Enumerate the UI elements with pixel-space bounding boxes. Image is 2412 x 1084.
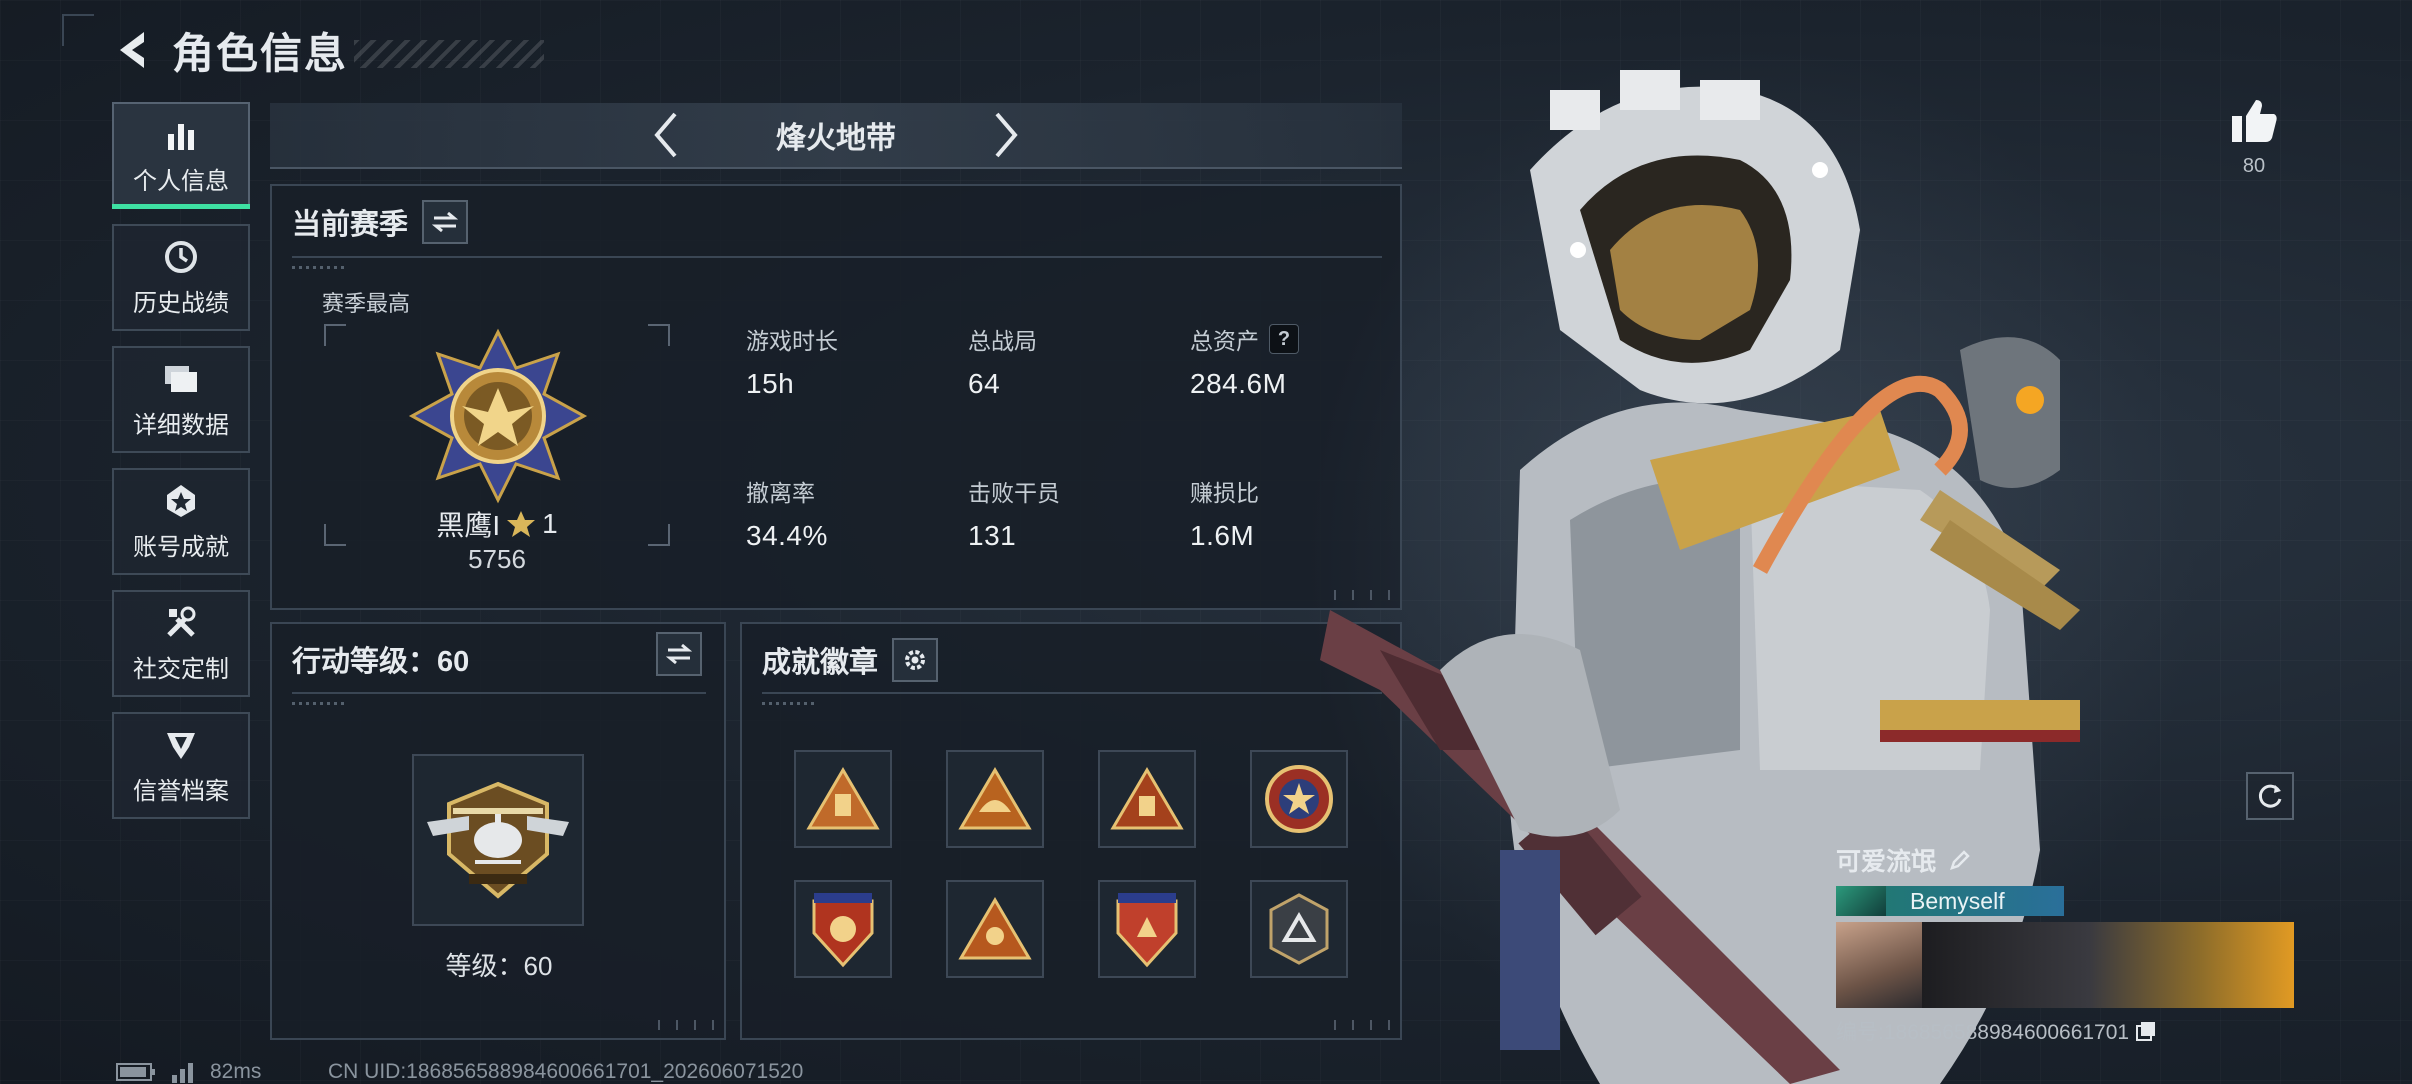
shield-badge-icon: [812, 893, 874, 968]
achievement-badge-slot[interactable]: [1098, 750, 1196, 848]
back-arrow-icon: [120, 32, 144, 68]
folder-stack-icon: [161, 359, 201, 399]
divider: [292, 256, 1382, 258]
page-title: 角色信息: [172, 29, 349, 77]
swap-icon: [432, 211, 459, 233]
divider: [762, 692, 1382, 694]
stat-play-time: 游戏时长 15h: [746, 328, 838, 399]
mode-selector: 烽火地带: [270, 103, 1402, 169]
sidebar-item-social-custom[interactable]: 社交定制: [112, 590, 250, 697]
signal-icon: [172, 1063, 193, 1083]
season-switch-button[interactable]: [422, 200, 469, 244]
title-avatar: [1836, 886, 1886, 916]
status-bar: 82ms: [116, 1060, 261, 1084]
sidebar-item-reputation[interactable]: 信誉档案: [112, 712, 250, 819]
season-best-label: 赛季最高: [322, 291, 411, 316]
action-level-panel: 行动等级：60 等级：60: [270, 622, 726, 1040]
triangle-badge-icon: [1110, 767, 1184, 830]
season-panel: 当前赛季 赛季最高 黑鹰I 1 5756 游戏时长 15h 总战局 64 总资产…: [270, 184, 1402, 610]
ping-text: 82ms: [210, 1060, 262, 1083]
banner-art: [1922, 922, 2294, 1008]
action-level-switch-button[interactable]: [656, 632, 702, 676]
sidebar-item-label: 个人信息: [133, 168, 229, 195]
sidebar: 个人信息 历史战绩 详细数据 账号成就 社交定制 信誉档案: [112, 102, 250, 834]
mode-name: 烽火地带: [776, 122, 896, 155]
like-button[interactable]: 80: [2226, 98, 2282, 178]
player-title: Bemyself: [1910, 887, 2005, 914]
edit-pencil-icon[interactable]: [1948, 848, 1972, 872]
triangle-badge-icon: [806, 767, 880, 830]
sidebar-item-label: 账号成就: [133, 534, 229, 561]
swap-icon: [666, 643, 692, 665]
achievement-badges-title: 成就徽章: [762, 647, 879, 679]
triangle-badge-icon: [958, 767, 1032, 830]
triangle-badge-icon: [958, 897, 1032, 960]
player-card[interactable]: 可爱流氓 Bemyself 编号:1868565889846006617​01: [1836, 842, 2296, 1046]
season-title: 当前赛季: [292, 209, 409, 241]
player-banner: [1836, 922, 2294, 1008]
rank-emblem-icon: [408, 328, 588, 504]
player-title-tag: Bemyself: [1836, 886, 2064, 916]
mode-next-button[interactable]: [981, 105, 1031, 165]
sidebar-item-achievements[interactable]: 账号成就: [112, 468, 250, 575]
stat-total-matches: 总战局 64: [968, 328, 1037, 399]
divider: [292, 692, 706, 694]
rank-name: 黑鹰I: [436, 510, 501, 541]
player-name: 可爱流氓: [1836, 848, 1937, 876]
rank-stars: 1: [542, 508, 558, 539]
helicopter-badge-icon: [427, 781, 569, 899]
tools-icon: [161, 603, 201, 643]
mode-prev-button[interactable]: [641, 105, 691, 165]
player-avatar: [1836, 922, 1922, 1008]
copy-icon[interactable]: [2135, 1020, 2157, 1042]
chevron-left-icon: [654, 112, 677, 158]
back-button[interactable]: [112, 26, 156, 74]
sidebar-item-label: 社交定制: [133, 656, 229, 683]
rank-name-row: 黑鹰I 1: [272, 504, 722, 544]
corner-decoration: [658, 1020, 714, 1030]
achievement-badge-slot[interactable]: [946, 880, 1044, 978]
corner-decoration: [62, 14, 94, 46]
sidebar-item-detailed-data[interactable]: 详细数据: [112, 346, 250, 453]
divider-ticks: [762, 702, 818, 705]
action-level-text: 等级：60: [445, 951, 553, 981]
stat-label: 总资产: [1190, 328, 1259, 354]
stat-operators-defeated: 击败干员 131: [968, 480, 1060, 551]
gear-icon: [905, 650, 926, 670]
page-header: 角色信息: [112, 22, 545, 78]
action-level-badge: [412, 754, 584, 926]
rank-score: 5756: [468, 544, 526, 574]
battery-icon: [116, 1063, 155, 1081]
rotate-icon: [2258, 784, 2282, 808]
sidebar-item-history[interactable]: 历史战绩: [112, 224, 250, 331]
sidebar-item-label: 历史战绩: [133, 290, 229, 317]
thumbs-up-icon: [2232, 100, 2277, 142]
divider-ticks: [292, 702, 348, 705]
player-id: 编号:1868565889846006617​01: [1836, 1021, 2130, 1044]
bar-chart-icon: [161, 115, 201, 155]
like-count: 80: [2242, 155, 2266, 177]
star-icon: [507, 511, 536, 537]
reputation-icon: [161, 725, 201, 765]
sidebar-item-personal-info[interactable]: 个人信息: [112, 102, 250, 209]
shield-badge-icon: [1116, 893, 1178, 968]
history-clock-icon: [161, 237, 201, 277]
help-button[interactable]: ?: [1269, 324, 1299, 354]
divider-ticks: [292, 266, 348, 269]
sidebar-item-label: 详细数据: [133, 412, 229, 439]
achievement-badge-slot[interactable]: [794, 880, 892, 978]
achievement-badge-slot[interactable]: [946, 750, 1044, 848]
title-stripes-decoration: [354, 40, 545, 68]
achievement-badge-slot[interactable]: [1098, 880, 1196, 978]
sidebar-item-label: 信誉档案: [133, 778, 229, 805]
chevron-right-icon: [995, 112, 1018, 158]
achievement-badge-slot[interactable]: [794, 750, 892, 848]
achievement-icon: [161, 481, 201, 521]
action-level-title: 行动等级：60: [292, 646, 470, 678]
badge-settings-button[interactable]: [892, 638, 939, 682]
stat-extraction-rate: 撤离率 34.4%: [746, 480, 828, 551]
rotate-character-button[interactable]: [2246, 772, 2294, 820]
uid-text: CN UID:1868565889846006617​01_2026060715…: [328, 1060, 804, 1083]
